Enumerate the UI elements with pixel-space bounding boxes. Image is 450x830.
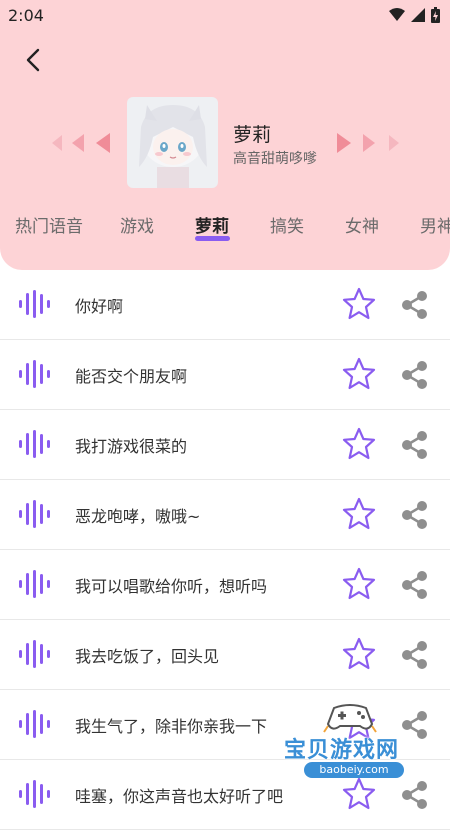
category-tabs: 热门语音 游戏 萝莉 搞笑 女神 男神	[0, 208, 450, 248]
star-outline-icon[interactable]	[341, 496, 377, 532]
sound-wave-icon	[19, 640, 50, 668]
voice-text: 我去吃饭了，回头见	[75, 647, 220, 666]
sound-wave-icon	[19, 570, 50, 598]
tab-game[interactable]: 游戏	[120, 212, 154, 237]
tab-loli[interactable]: 萝莉	[195, 212, 229, 237]
tab-funny[interactable]: 搞笑	[270, 212, 304, 237]
battery-icon	[431, 7, 440, 23]
star-outline-icon[interactable]	[341, 356, 377, 392]
tab-hot-voice[interactable]: 热门语音	[15, 212, 83, 237]
list-item[interactable]: 能否交个朋友啊	[0, 340, 450, 410]
share-icon[interactable]	[398, 498, 432, 532]
watermark-title: 宝贝游戏网	[284, 738, 400, 763]
share-icon[interactable]	[398, 568, 432, 602]
list-item[interactable]: 我去吃饭了，回头见	[0, 620, 450, 690]
list-item[interactable]: 恶龙咆哮，嗷哦~	[0, 480, 450, 550]
sound-wave-icon	[19, 430, 50, 458]
sound-wave-icon	[19, 780, 50, 808]
sound-wave-icon	[19, 500, 50, 528]
gamepad-icon	[323, 704, 377, 733]
status-time: 2:04	[8, 6, 44, 25]
system-icons	[389, 7, 440, 23]
voice-text: 能否交个朋友啊	[75, 367, 188, 386]
share-icon[interactable]	[398, 638, 432, 672]
list-item[interactable]: 我打游戏很菜的	[0, 410, 450, 480]
active-tab-indicator	[195, 236, 230, 241]
watermark-url: baobeiy.com	[304, 762, 404, 778]
voice-text: 我可以唱歌给你听，想听吗	[75, 577, 268, 596]
watermark-logo: 宝贝游戏网 baobeiy.com	[272, 700, 450, 800]
star-outline-icon[interactable]	[341, 426, 377, 462]
share-icon[interactable]	[398, 428, 432, 462]
character-name: 萝莉	[233, 124, 272, 146]
wifi-icon	[389, 8, 405, 21]
back-icon[interactable]	[18, 44, 50, 76]
voice-text: 我打游戏很菜的	[75, 437, 188, 456]
voice-text: 我生气了，除非你亲我一下	[75, 717, 268, 736]
star-outline-icon[interactable]	[341, 286, 377, 322]
list-item[interactable]: 你好啊	[0, 270, 450, 340]
list-item[interactable]: 我可以唱歌给你听，想听吗	[0, 550, 450, 620]
status-bar: 2:04	[0, 0, 450, 32]
character-description: 高音甜萌哆嗲	[233, 151, 317, 167]
signal-icon	[411, 8, 425, 22]
star-outline-icon[interactable]	[341, 566, 377, 602]
share-icon[interactable]	[398, 288, 432, 322]
star-outline-icon[interactable]	[341, 636, 377, 672]
voice-text: 哇塞，你这声音也太好听了吧	[75, 787, 284, 806]
sound-wave-icon	[19, 290, 50, 318]
share-icon[interactable]	[398, 358, 432, 392]
header: 2:04 萝莉 高音甜萌哆嗲 热门语音 游戏 萝莉 搞笑 女神 男神	[0, 0, 450, 270]
character-avatar	[127, 97, 218, 188]
sound-wave-icon	[19, 360, 50, 388]
arrows-left-icon	[52, 133, 110, 153]
tab-goddess[interactable]: 女神	[345, 212, 379, 237]
voice-text: 恶龙咆哮，嗷哦~	[75, 507, 201, 526]
sound-wave-icon	[19, 710, 50, 738]
voice-text: 你好啊	[75, 297, 124, 316]
tab-male-god[interactable]: 男神	[420, 212, 450, 237]
arrows-right-icon	[337, 133, 399, 153]
